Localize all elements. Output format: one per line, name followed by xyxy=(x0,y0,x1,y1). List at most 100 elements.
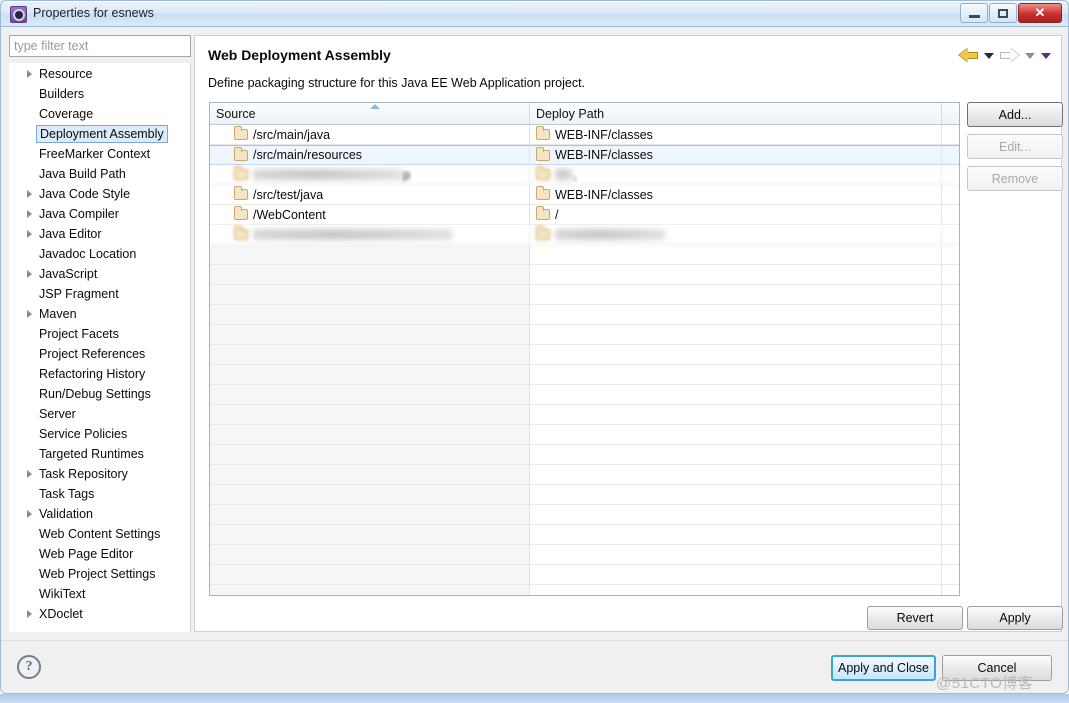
menu-chevron-down-icon[interactable] xyxy=(1041,52,1051,59)
sidebar-item-maven[interactable]: Maven xyxy=(10,304,190,324)
gear-icon xyxy=(10,6,27,23)
sidebar-item-targeted-runtimes[interactable]: Targeted Runtimes xyxy=(10,444,190,464)
table-row-empty[interactable] xyxy=(210,325,959,345)
sidebar-item-label: Coverage xyxy=(39,107,94,121)
sidebar-item-java-compiler[interactable]: Java Compiler xyxy=(10,204,190,224)
column-header-deploy-path[interactable]: Deploy Path xyxy=(530,103,942,124)
edit-button[interactable]: Edit... xyxy=(967,134,1063,159)
sidebar-item-jsp-fragment[interactable]: JSP Fragment xyxy=(10,284,190,304)
chevron-right-icon[interactable] xyxy=(27,210,32,218)
table-row-empty[interactable] xyxy=(210,465,959,485)
apply-and-close-button[interactable]: Apply and Close xyxy=(831,655,936,681)
sidebar-item-javascript[interactable]: JavaScript xyxy=(10,264,190,284)
chevron-right-icon[interactable] xyxy=(27,270,32,278)
table-row-empty[interactable] xyxy=(210,525,959,545)
chevron-right-icon[interactable] xyxy=(27,470,32,478)
forward-chevron-down-icon[interactable] xyxy=(1025,52,1035,59)
table-row-empty[interactable] xyxy=(210,245,959,265)
sidebar-item-label: WikiText xyxy=(39,587,86,601)
sidebar-item-server[interactable]: Server xyxy=(10,404,190,424)
sidebar-item-service-policies[interactable]: Service Policies xyxy=(10,424,190,444)
table-row-empty[interactable] xyxy=(210,385,959,405)
sidebar-item-builders[interactable]: Builders xyxy=(10,84,190,104)
cell-extra xyxy=(942,525,959,545)
cell-deploy-path xyxy=(530,365,942,385)
sidebar-item-xdoclet[interactable]: XDoclet xyxy=(10,604,190,624)
sidebar-item-project-facets[interactable]: Project Facets xyxy=(10,324,190,344)
chevron-right-icon[interactable] xyxy=(27,510,32,518)
sidebar-item-java-build-path[interactable]: Java Build Path xyxy=(10,164,190,184)
chevron-right-icon[interactable] xyxy=(27,610,32,618)
table-row-empty[interactable] xyxy=(210,425,959,445)
sidebar-item-freemarker-context[interactable]: FreeMarker Context xyxy=(10,144,190,164)
sidebar-item-run-debug-settings[interactable]: Run/Debug Settings xyxy=(10,384,190,404)
sidebar-item-validation[interactable]: Validation xyxy=(10,504,190,524)
table-row-empty[interactable] xyxy=(210,265,959,285)
cell-source-label: /src/main/java xyxy=(253,127,331,142)
title-bar[interactable]: Properties for esnews ✕ xyxy=(0,0,1069,27)
sidebar-item-refactoring-history[interactable]: Refactoring History xyxy=(10,364,190,384)
back-arrow-icon[interactable] xyxy=(959,48,978,63)
table-row-empty[interactable] xyxy=(210,305,959,325)
table-row-empty[interactable] xyxy=(210,445,959,465)
sidebar-item-java-editor[interactable]: Java Editor xyxy=(10,224,190,244)
chevron-right-icon[interactable] xyxy=(27,190,32,198)
table-row[interactable]: /src/main/java WEB-INF/classes xyxy=(210,125,959,145)
cell-deploy-path xyxy=(530,485,942,505)
minimize-button[interactable] xyxy=(960,3,988,23)
table-row-empty[interactable] xyxy=(210,285,959,305)
question-mark-icon[interactable]: ? xyxy=(17,655,41,679)
add-button[interactable]: Add... xyxy=(967,102,1063,127)
table-row[interactable]: p, xyxy=(210,165,959,185)
sidebar-item-task-repository[interactable]: Task Repository xyxy=(10,464,190,484)
sidebar-item-web-page-editor[interactable]: Web Page Editor xyxy=(10,544,190,564)
table-row-empty[interactable] xyxy=(210,405,959,425)
chevron-right-icon[interactable] xyxy=(27,70,32,78)
filter-input[interactable] xyxy=(9,35,191,57)
sidebar-item-task-tags[interactable]: Task Tags xyxy=(10,484,190,504)
table-row[interactable]: /WebContent / xyxy=(210,205,959,225)
table-row-empty[interactable] xyxy=(210,345,959,365)
apply-button[interactable]: Apply xyxy=(967,606,1063,630)
cell-deploy-path: , xyxy=(530,165,942,185)
table-row-empty[interactable] xyxy=(210,565,959,585)
maximize-icon xyxy=(998,8,1008,18)
sidebar-item-wikitext[interactable]: WikiText xyxy=(10,584,190,604)
cell-source xyxy=(210,385,530,405)
cell-extra xyxy=(942,385,959,405)
revert-button[interactable]: Revert xyxy=(867,606,963,630)
settings-tree[interactable]: Resource Builders Coverage Deployment Assem… xyxy=(9,63,191,632)
sidebar-item-resource[interactable]: Resource xyxy=(10,64,190,84)
table-row-empty[interactable] xyxy=(210,505,959,525)
sidebar-item-label: JSP Fragment xyxy=(39,287,119,301)
close-button[interactable]: ✕ xyxy=(1018,3,1062,23)
folder-icon xyxy=(234,146,248,161)
sidebar-item-web-project-settings[interactable]: Web Project Settings xyxy=(10,564,190,584)
table-row-empty[interactable] xyxy=(210,485,959,505)
page-description: Define packaging structure for this Java… xyxy=(208,76,586,90)
sidebar-item-project-references[interactable]: Project References xyxy=(10,344,190,364)
maximize-button[interactable] xyxy=(989,3,1017,23)
assembly-table[interactable]: Source Deploy Path /src/main/java WEB-INF… xyxy=(209,102,960,596)
sidebar-item-label: Project Facets xyxy=(39,327,119,341)
table-row[interactable]: /src/main/resources WEB-INF/classes xyxy=(210,145,959,165)
back-chevron-down-icon[interactable] xyxy=(984,52,994,59)
table-row[interactable] xyxy=(210,225,959,245)
chevron-right-icon[interactable] xyxy=(27,230,32,238)
close-icon: ✕ xyxy=(1034,5,1046,20)
sidebar-item-javadoc-location[interactable]: Javadoc Location xyxy=(10,244,190,264)
cell-deploy-path xyxy=(530,325,942,345)
sidebar-item-deployment-assembly[interactable]: Deployment Assembly xyxy=(10,124,190,144)
table-row[interactable]: /src/test/java WEB-INF/classes xyxy=(210,185,959,205)
sidebar-item-java-code-style[interactable]: Java Code Style xyxy=(10,184,190,204)
remove-button[interactable]: Remove xyxy=(967,166,1063,191)
cell-deploy-label: , xyxy=(573,167,577,182)
table-row-empty[interactable] xyxy=(210,585,959,595)
chevron-right-icon[interactable] xyxy=(27,310,32,318)
table-row-empty[interactable] xyxy=(210,545,959,565)
sidebar-item-web-content-settings[interactable]: Web Content Settings xyxy=(10,524,190,544)
sidebar-item-coverage[interactable]: Coverage xyxy=(10,104,190,124)
cell-source: /src/main/resources xyxy=(210,145,530,165)
sidebar-item-label: Web Project Settings xyxy=(39,567,156,581)
table-row-empty[interactable] xyxy=(210,365,959,385)
